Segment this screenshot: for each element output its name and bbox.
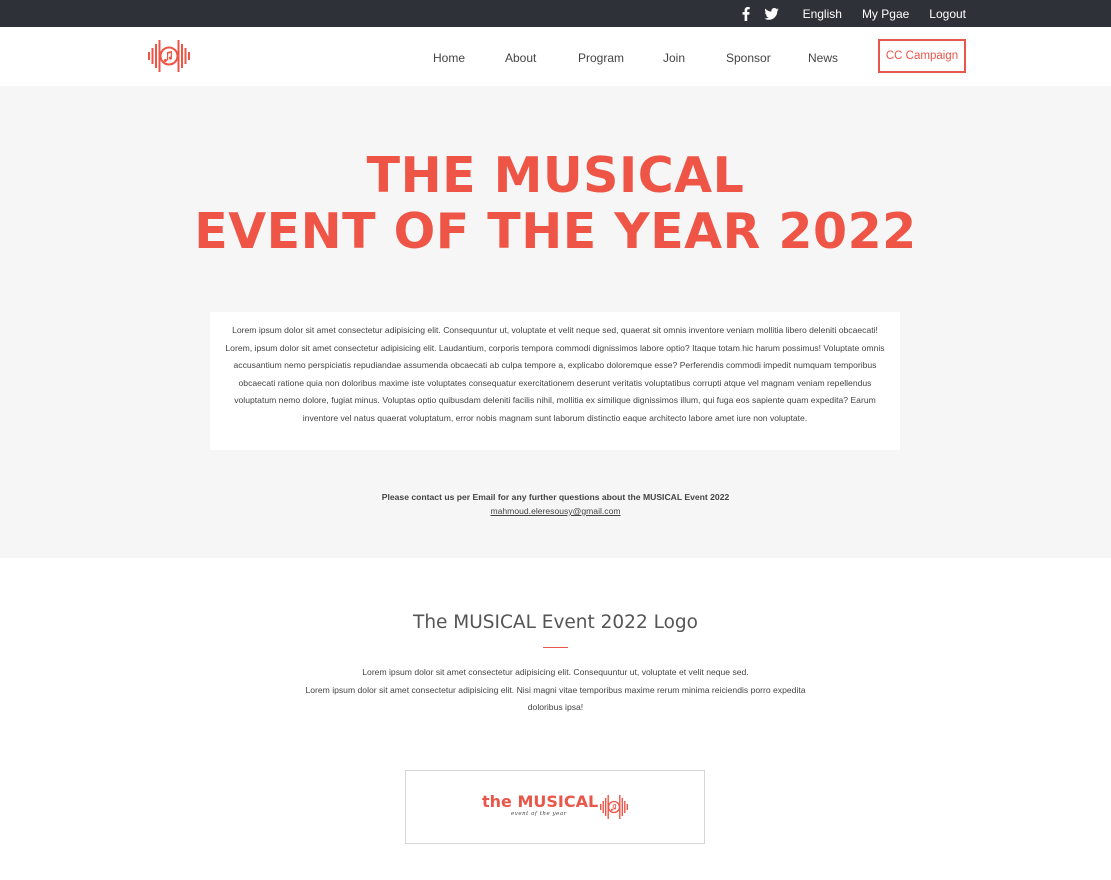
main-navbar: Home About Program Join Sponsor News CC … <box>0 27 1111 86</box>
hero-section: THE MUSICAL EVENT OF THE YEAR 2022 Lorem… <box>0 86 1111 558</box>
event-logo-mark-icon <box>600 795 628 819</box>
hero-title-line1: THE MUSICAL <box>366 147 745 204</box>
title-divider <box>543 647 568 648</box>
my-page-link[interactable]: My Pgae <box>862 7 909 21</box>
logo-section-text-line2: Lorem ipsum dolor sit amet consectetur a… <box>305 684 806 713</box>
nav-sponsor[interactable]: Sponsor <box>726 51 771 65</box>
language-link[interactable]: English <box>803 7 842 21</box>
top-bar-items: English My Pgae Logout <box>742 0 966 27</box>
hero-description-box: Lorem ipsum dolor sit amet consectetur a… <box>210 312 900 450</box>
event-logo-tagline: event of the year <box>511 811 567 817</box>
cc-campaign-button[interactable]: CC Campaign <box>878 39 966 73</box>
nav-program[interactable]: Program <box>578 51 624 65</box>
logo-section-text-line1: Lorem ipsum dolor sit amet consectetur a… <box>362 667 749 677</box>
top-bar: English My Pgae Logout <box>0 0 1111 27</box>
contact-text: Please contact us per Email for any furt… <box>381 492 730 502</box>
logout-link[interactable]: Logout <box>929 7 966 21</box>
social-links <box>742 6 793 21</box>
event-logo-musical: MUSICAL <box>517 792 599 811</box>
site-logo[interactable] <box>146 35 192 77</box>
event-logo-the: the <box>482 792 512 811</box>
nav-home[interactable]: Home <box>433 51 465 65</box>
facebook-icon[interactable] <box>742 6 750 21</box>
nav-join[interactable]: Join <box>663 51 685 65</box>
logo-section-title: The MUSICAL Event 2022 Logo <box>413 612 698 633</box>
event-logo-wordmark: the MUSICAL <box>482 792 598 811</box>
twitter-icon[interactable] <box>763 7 779 20</box>
nav-news[interactable]: News <box>808 51 838 65</box>
nav-about[interactable]: About <box>505 51 536 65</box>
logo-section-text: Lorem ipsum dolor sit amet consectetur a… <box>300 664 811 717</box>
music-logo-icon <box>148 40 190 72</box>
contact-email-link[interactable]: mahmoud.eleresousy@gmail.com <box>490 506 620 516</box>
logo-section: The MUSICAL Event 2022 Logo Lorem ipsum … <box>0 558 1111 880</box>
event-logo-card: the MUSICAL event of the year <box>405 770 705 844</box>
hero-title-line2: EVENT OF THE YEAR 2022 <box>194 203 917 260</box>
hero-description: Lorem ipsum dolor sit amet consectetur a… <box>225 325 885 423</box>
contact-info: Please contact us per Email for any furt… <box>0 490 1111 518</box>
hero-title: THE MUSICAL EVENT OF THE YEAR 2022 <box>0 148 1111 260</box>
